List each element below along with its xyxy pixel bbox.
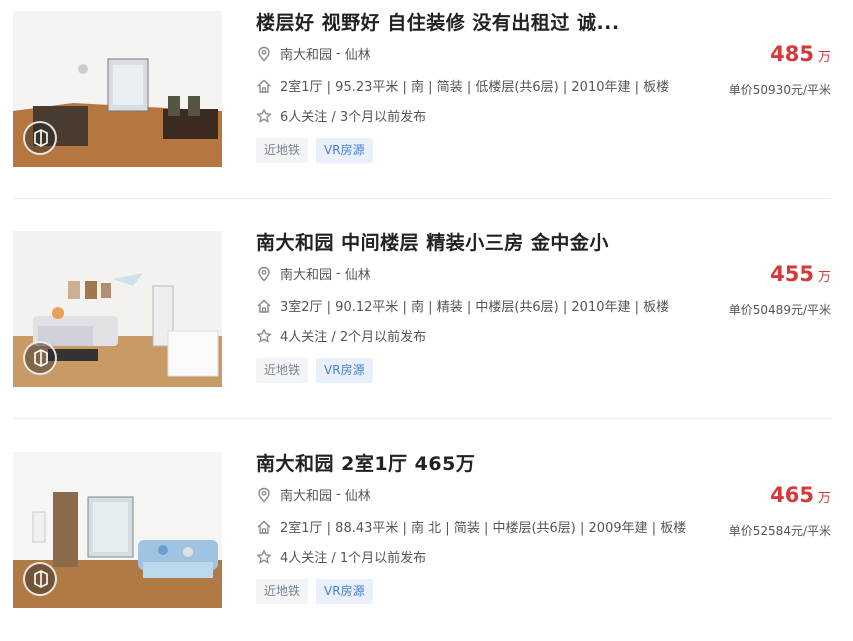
listing-card[interactable]: 南大和园 2室1厅 465万 南大和园 - 仙林 2室1厅 | 88.43平米 …: [0, 441, 853, 641]
divider: [13, 418, 831, 419]
house-icon: [256, 519, 272, 535]
divider: [13, 198, 831, 199]
total-price: 485 万: [770, 42, 831, 66]
house-icon: [256, 298, 272, 314]
listing-card[interactable]: 南大和园 中间楼层 精装小三房 金中金小 南大和园 - 仙林 3室2厅 | 90…: [0, 220, 853, 420]
price-value: 485: [770, 42, 814, 66]
district-link[interactable]: 仙林: [345, 44, 371, 63]
star-icon: [256, 327, 272, 344]
attributes-row: 2室1厅 | 88.43平米 | 南 北 | 简装 | 中楼层(共6层) | 2…: [256, 517, 686, 536]
listing-photo[interactable]: [13, 231, 222, 387]
star-icon: [256, 107, 272, 124]
tag-vr: VR房源: [316, 358, 373, 383]
location-row: 南大和园 - 仙林: [256, 44, 371, 63]
listing-photo[interactable]: [13, 11, 222, 167]
tag-vr: VR房源: [316, 138, 373, 163]
vr-badge[interactable]: [23, 562, 57, 596]
unit-price: 单价50489元/平米: [728, 303, 831, 317]
follow-info: 6人关注 / 3个月以前发布: [280, 110, 427, 125]
price-unit: 万: [817, 50, 831, 65]
price-value: 455: [770, 262, 814, 286]
vr-icon: [34, 129, 48, 147]
listing-card[interactable]: 楼层好 视野好 自住装修 没有出租过 诚... 南大和园 - 仙林 2室1厅 |…: [0, 0, 853, 200]
house-attributes: 3室2厅 | 90.12平米 | 南 | 精装 | 中楼层(共6层) | 201…: [280, 300, 670, 315]
house-attributes: 2室1厅 | 95.23平米 | 南 | 简装 | 低楼层(共6层) | 201…: [280, 80, 670, 95]
unit-price: 单价50930元/平米: [728, 83, 831, 97]
price-value: 465: [770, 483, 814, 507]
follow-info: 4人关注 / 2个月以前发布: [280, 330, 427, 345]
house-attributes: 2室1厅 | 88.43平米 | 南 北 | 简装 | 中楼层(共6层) | 2…: [280, 521, 687, 536]
location-separator: -: [336, 46, 341, 61]
location-separator: -: [336, 266, 341, 281]
location-pin-icon: [256, 46, 272, 62]
listing-title[interactable]: 南大和园 中间楼层 精装小三房 金中金小: [256, 228, 609, 255]
vr-badge[interactable]: [23, 341, 57, 375]
district-link[interactable]: 仙林: [345, 485, 371, 504]
tag-near-subway: 近地铁: [256, 579, 309, 604]
listing-title[interactable]: 楼层好 视野好 自住装修 没有出租过 诚...: [256, 8, 620, 35]
community-link[interactable]: 南大和园: [280, 264, 332, 283]
tag-list: 近地铁 VR房源: [256, 579, 373, 604]
follow-row: 4人关注 / 2个月以前发布: [256, 326, 426, 345]
district-link[interactable]: 仙林: [345, 264, 371, 283]
price-unit: 万: [817, 491, 831, 506]
location-separator: -: [336, 487, 341, 502]
tag-list: 近地铁 VR房源: [256, 358, 373, 383]
tag-list: 近地铁 VR房源: [256, 138, 373, 163]
vr-icon: [34, 349, 48, 367]
location-row: 南大和园 - 仙林: [256, 264, 371, 283]
attributes-row: 2室1厅 | 95.23平米 | 南 | 简装 | 低楼层(共6层) | 201…: [256, 76, 669, 95]
unit-price: 单价52584元/平米: [728, 524, 831, 538]
tag-near-subway: 近地铁: [256, 138, 309, 163]
community-link[interactable]: 南大和园: [280, 485, 332, 504]
total-price: 465 万: [770, 483, 831, 507]
price-unit: 万: [817, 270, 831, 285]
follow-row: 4人关注 / 1个月以前发布: [256, 547, 426, 566]
community-link[interactable]: 南大和园: [280, 44, 332, 63]
vr-badge[interactable]: [23, 121, 57, 155]
location-pin-icon: [256, 266, 272, 282]
follow-info: 4人关注 / 1个月以前发布: [280, 551, 427, 566]
follow-row: 6人关注 / 3个月以前发布: [256, 106, 426, 125]
vr-icon: [34, 570, 48, 588]
star-icon: [256, 548, 272, 565]
total-price: 455 万: [770, 262, 831, 286]
listing-photo[interactable]: [13, 452, 222, 608]
attributes-row: 3室2厅 | 90.12平米 | 南 | 精装 | 中楼层(共6层) | 201…: [256, 296, 669, 315]
house-icon: [256, 78, 272, 94]
tag-near-subway: 近地铁: [256, 358, 309, 383]
tag-vr: VR房源: [316, 579, 373, 604]
location-pin-icon: [256, 487, 272, 503]
listing-title[interactable]: 南大和园 2室1厅 465万: [256, 449, 475, 476]
location-row: 南大和园 - 仙林: [256, 485, 371, 504]
